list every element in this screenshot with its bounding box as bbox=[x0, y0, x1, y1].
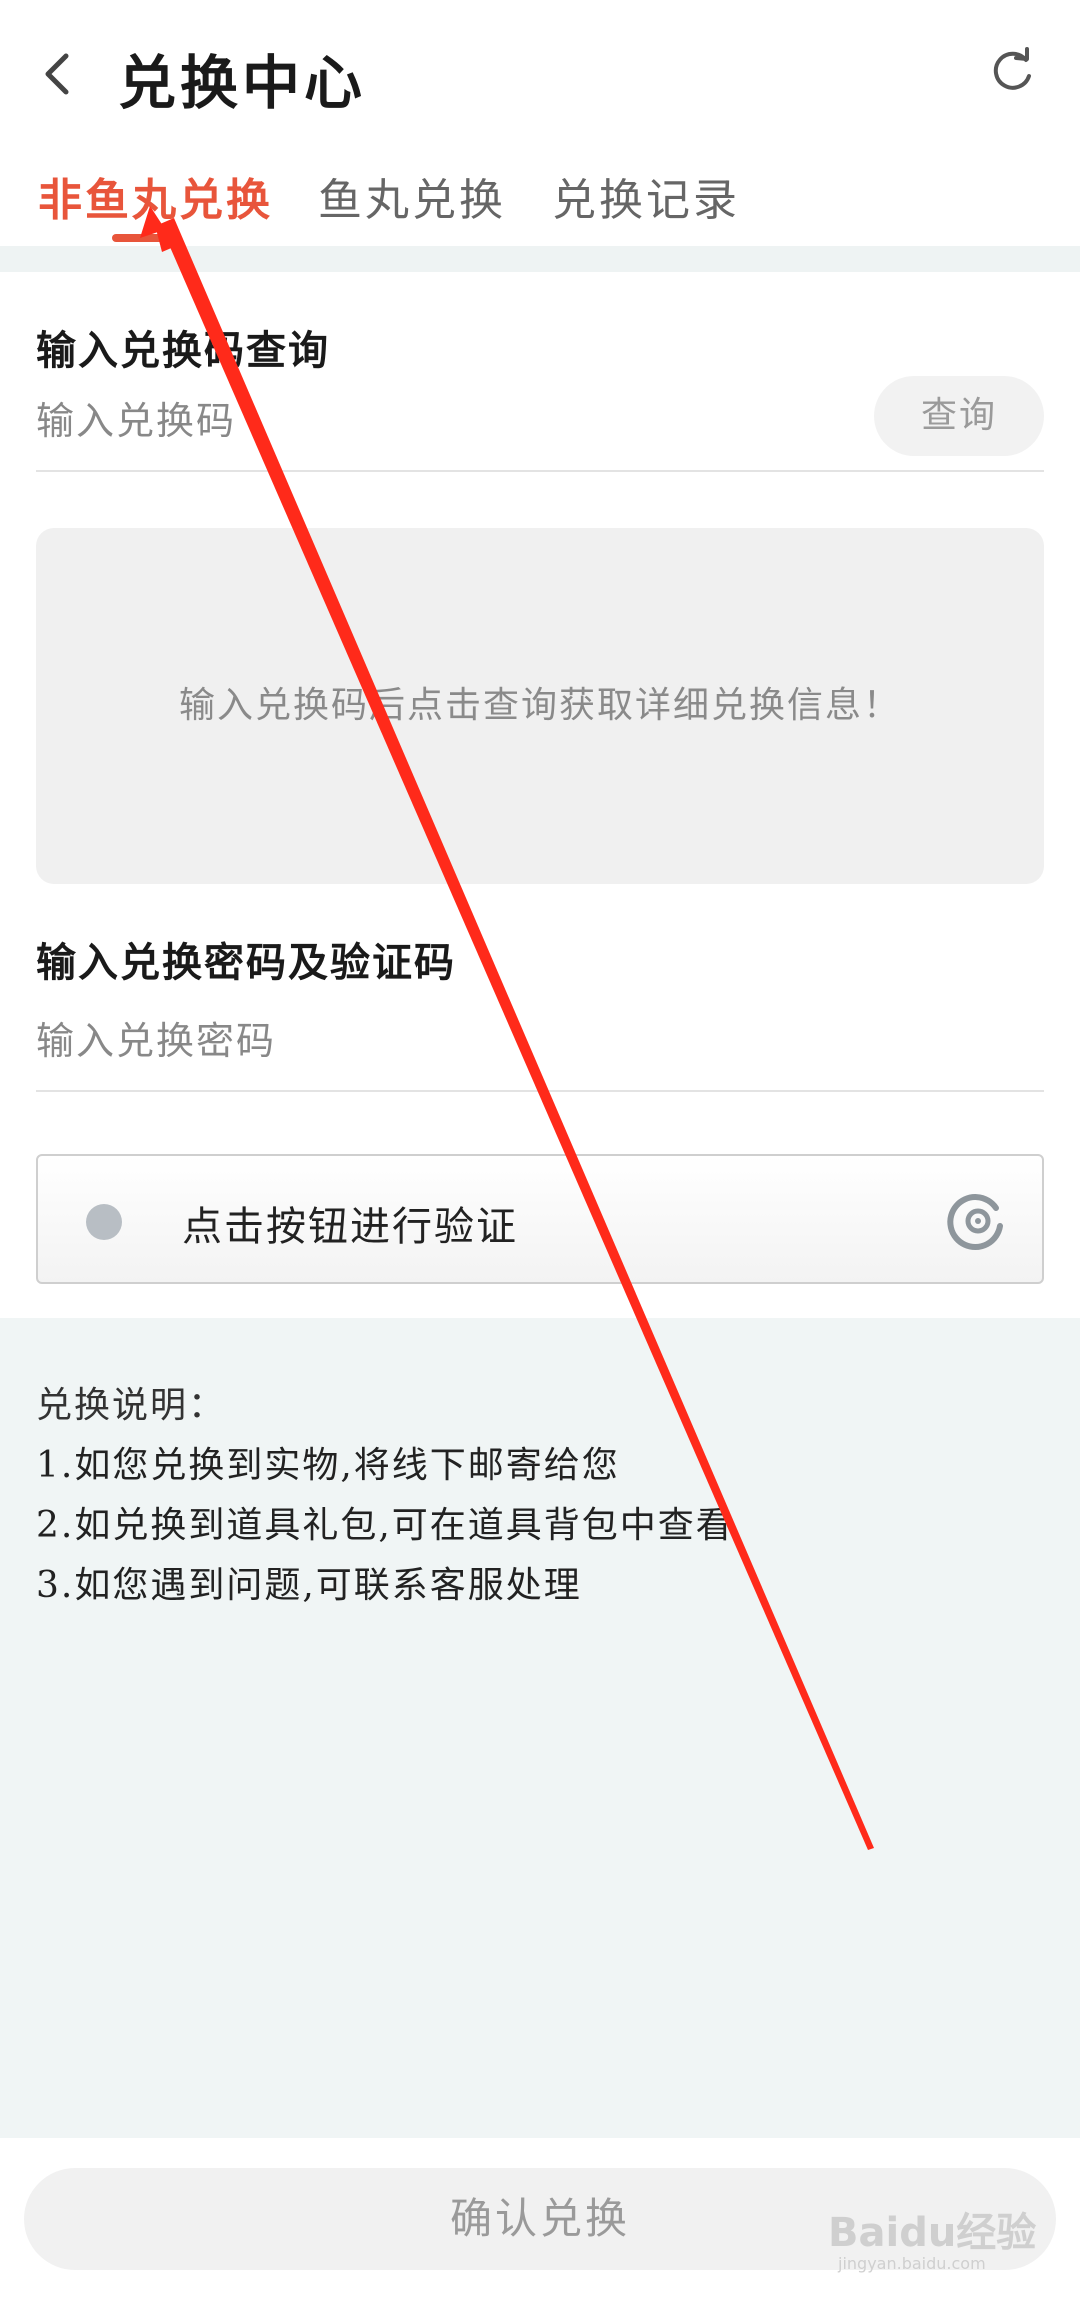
tab-exchange-records[interactable]: 兑换记录 bbox=[552, 164, 740, 228]
chevron-left-icon bbox=[45, 53, 69, 95]
captcha-verify-button[interactable]: 点击按钮进行验证 bbox=[36, 1154, 1044, 1284]
header-bar: 兑换中心 bbox=[0, 0, 1080, 150]
back-button[interactable] bbox=[36, 44, 86, 104]
query-button[interactable]: 查询 bbox=[874, 376, 1044, 456]
section-divider bbox=[0, 246, 1080, 272]
password-input-row bbox=[36, 996, 1044, 1092]
tab-fishball-exchange[interactable]: 鱼丸兑换 bbox=[318, 164, 506, 228]
redeem-password-input[interactable] bbox=[36, 996, 796, 1086]
query-info-box: 输入兑换码后点击查询获取详细兑换信息！ bbox=[36, 528, 1044, 884]
password-section-title: 输入兑换密码及验证码 bbox=[36, 939, 456, 986]
watermark-logo-text: Baidu经验 bbox=[828, 2210, 1037, 2256]
watermark-url: jingyan.baidu.com bbox=[838, 2254, 986, 2273]
refresh-icon bbox=[993, 47, 1031, 90]
note-item: 3.如您遇到问题,可联系客服处理 bbox=[36, 1565, 582, 1606]
tab-bar: 非鱼丸兑换 鱼丸兑换 兑换记录 bbox=[0, 150, 1080, 246]
verify-status-dot bbox=[86, 1204, 122, 1240]
redeem-code-input[interactable] bbox=[36, 376, 796, 466]
note-item: 1.如您兑换到实物,将线下邮寄给您 bbox=[36, 1445, 620, 1486]
tab-non-fishball-exchange[interactable]: 非鱼丸兑换 bbox=[38, 164, 273, 228]
captcha-logo-icon bbox=[947, 1194, 1003, 1251]
code-query-title: 输入兑换码查询 bbox=[36, 327, 330, 374]
note-item: 2.如兑换到道具礼包,可在道具背包中查看 bbox=[36, 1505, 734, 1546]
code-input-row: 查询 bbox=[36, 376, 1044, 472]
bottom-action-bar: 确认兑换 Baidu经验 jingyan.baidu.com bbox=[0, 2138, 1080, 2298]
verify-label: 点击按钮进行验证 bbox=[182, 1204, 518, 1250]
active-tab-indicator bbox=[112, 234, 174, 242]
baidu-jingyan-watermark: Baidu经验 jingyan.baidu.com bbox=[828, 2188, 1068, 2278]
notes-title: 兑换说明： bbox=[36, 1385, 227, 1426]
exchange-notes-panel: 兑换说明： 1.如您兑换到实物,将线下邮寄给您 2.如兑换到道具礼包,可在道具背… bbox=[0, 1318, 1080, 2138]
page-title: 兑换中心 bbox=[118, 49, 367, 117]
refresh-button[interactable] bbox=[986, 46, 1038, 98]
